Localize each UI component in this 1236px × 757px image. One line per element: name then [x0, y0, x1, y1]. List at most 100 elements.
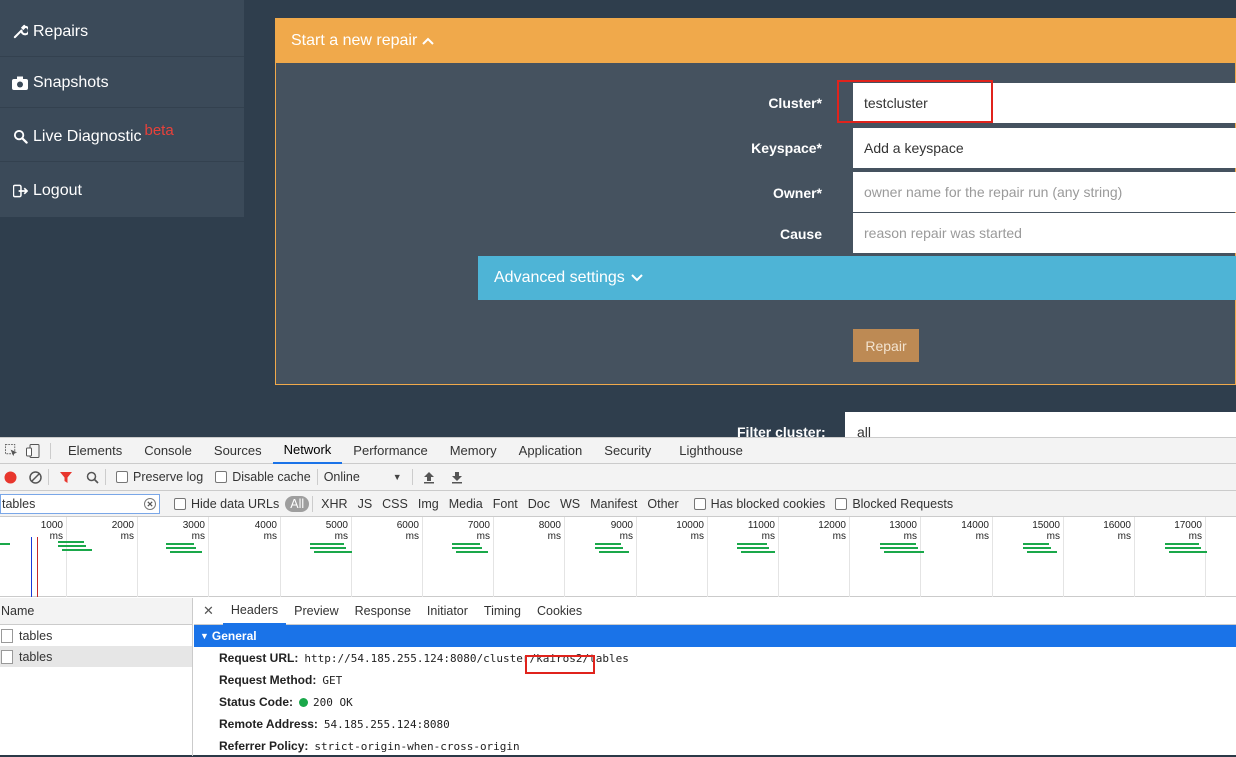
- clear-icon[interactable]: [29, 470, 42, 484]
- type-filter-manifest[interactable]: Manifest: [585, 497, 642, 511]
- filter-cluster-label: Filter cluster:: [737, 424, 826, 437]
- filter-input[interactable]: tables: [0, 493, 160, 514]
- hide-data-urls-label: Hide data URLs: [191, 496, 280, 511]
- export-har-icon[interactable]: [451, 471, 463, 484]
- type-filter-js[interactable]: JS: [353, 497, 378, 511]
- sidebar-item-logout[interactable]: Logout: [0, 166, 244, 216]
- type-filter-css[interactable]: CSS: [377, 497, 413, 511]
- type-filter-ws[interactable]: WS: [555, 497, 585, 511]
- type-filter-doc[interactable]: Doc: [523, 497, 555, 511]
- beta-badge: beta: [144, 122, 174, 139]
- dom-content-loaded-marker: [31, 537, 32, 597]
- divider: [316, 469, 318, 485]
- keyspace-field[interactable]: Add a keyspace: [853, 128, 1236, 168]
- inspect-icon[interactable]: [0, 444, 22, 457]
- tab-initiator[interactable]: Initiator: [419, 598, 476, 625]
- timeline-tick-label: 14000 ms: [961, 520, 989, 542]
- tab-preview[interactable]: Preview: [286, 598, 346, 625]
- tab-application[interactable]: Application: [508, 438, 594, 464]
- blocked-requests-checkbox[interactable]: [835, 497, 848, 510]
- sidebar-item-repairs[interactable]: Repairs: [0, 7, 244, 57]
- owner-field[interactable]: owner name for the repair run (any strin…: [853, 172, 1236, 212]
- tab-timing[interactable]: Timing: [476, 598, 529, 625]
- network-timeline[interactable]: 1000 ms 2000 ms 3000 ms 4000 ms 5000 ms 6000 …: [0, 517, 1236, 597]
- type-filter-font[interactable]: Font: [488, 497, 523, 511]
- tab-console[interactable]: Console: [133, 438, 203, 464]
- request-row[interactable]: tables: [0, 625, 192, 646]
- tab-sources[interactable]: Sources: [203, 438, 273, 464]
- search-icon: [12, 129, 28, 145]
- import-har-icon[interactable]: [423, 471, 435, 484]
- network-toolbar: Preserve log Disable cache Online ▼: [0, 464, 1236, 491]
- timeline-tick: [1063, 517, 1064, 597]
- cause-field[interactable]: reason repair was started: [853, 213, 1236, 253]
- has-blocked-cookies-checkbox[interactable]: [693, 497, 706, 510]
- tab-headers[interactable]: Headers: [222, 598, 287, 625]
- disable-cache-checkbox[interactable]: [215, 471, 228, 483]
- throttle-select[interactable]: Online ▼: [324, 470, 402, 484]
- timeline-request-bar: [741, 551, 775, 553]
- has-blocked-cookies-label: Has blocked cookies: [710, 496, 826, 511]
- repair-button[interactable]: Repair: [853, 329, 919, 362]
- timeline-tick-label: 2000 ms: [111, 520, 134, 542]
- sidebar-item-label: Live Diagnostic: [33, 127, 142, 145]
- header-key: Referrer Policy:: [219, 739, 309, 753]
- detail-tabs: ✕ Headers Preview Response Initiator Tim…: [194, 598, 1236, 625]
- timeline-request-bar: [0, 543, 10, 545]
- tab-cookies[interactable]: Cookies: [529, 598, 590, 625]
- timeline-tick-label: 15000 ms: [1032, 520, 1060, 542]
- triangle-down-icon: ▼: [200, 631, 209, 641]
- type-filter-media[interactable]: Media: [444, 497, 488, 511]
- tab-response[interactable]: Response: [347, 598, 419, 625]
- close-icon[interactable]: ✕: [194, 603, 223, 619]
- sidebar-item-live-diagnostic[interactable]: Live Diagnostic beta: [0, 112, 244, 162]
- panel-title: Start a new repair: [291, 32, 418, 49]
- tab-elements[interactable]: Elements: [57, 438, 133, 464]
- timeline-tick: [920, 517, 921, 597]
- type-filter-other[interactable]: Other: [642, 497, 683, 511]
- timeline-tick: [778, 517, 779, 597]
- tab-performance[interactable]: Performance: [342, 438, 438, 464]
- clear-filter-icon[interactable]: [144, 497, 156, 510]
- device-toolbar-icon[interactable]: [22, 443, 44, 458]
- timeline-tick: [351, 517, 352, 597]
- timeline-tick-label: 4000 ms: [254, 520, 277, 542]
- type-filter-all[interactable]: All: [285, 495, 310, 512]
- filter-funnel-icon[interactable]: [59, 471, 73, 484]
- timeline-request-bar: [737, 543, 767, 545]
- timeline-request-bar: [452, 543, 480, 545]
- blocked-requests-label: Blocked Requests: [852, 496, 954, 511]
- filter-cluster-select[interactable]: all: [845, 412, 1236, 437]
- name-column-header[interactable]: Name: [0, 598, 192, 625]
- devtools-panel: Elements Console Sources Network Perform…: [0, 437, 1236, 756]
- hide-data-urls-checkbox[interactable]: [174, 497, 186, 510]
- timeline-request-bar: [58, 545, 86, 547]
- record-icon[interactable]: [4, 471, 17, 484]
- tab-lighthouse[interactable]: Lighthouse: [668, 438, 754, 464]
- request-name: tables: [19, 649, 53, 664]
- timeline-tick-label: 12000 ms: [818, 520, 846, 542]
- preserve-log-checkbox[interactable]: [116, 471, 128, 483]
- tab-network[interactable]: Network: [272, 438, 343, 464]
- timeline-tick-label: 9000 ms: [610, 520, 633, 542]
- request-row-selected[interactable]: tables: [0, 646, 192, 667]
- sidebar-item-snapshots[interactable]: Snapshots: [0, 58, 244, 108]
- search-icon[interactable]: [86, 471, 99, 484]
- header-key: Status Code:: [219, 695, 294, 709]
- tab-memory[interactable]: Memory: [439, 438, 508, 464]
- type-filter-xhr[interactable]: XHR: [316, 497, 352, 511]
- preserve-log-label: Preserve log: [133, 470, 204, 484]
- header-value: 200 OK: [313, 695, 353, 709]
- timeline-request-bar: [166, 543, 194, 545]
- type-filter-img[interactable]: Img: [413, 497, 444, 511]
- advanced-settings-toggle[interactable]: Advanced settings: [478, 256, 1236, 300]
- keyspace-label: Keyspace*: [751, 140, 822, 156]
- repair-panel-header[interactable]: Start a new repair: [276, 19, 1235, 63]
- general-section-header[interactable]: ▼ General: [194, 625, 1236, 647]
- timeline-request-bar: [58, 541, 84, 543]
- tab-security[interactable]: Security: [593, 438, 662, 464]
- divider: [411, 469, 413, 485]
- timeline-request-bar: [595, 547, 623, 549]
- divider: [48, 469, 49, 485]
- filter-input-value: tables: [2, 496, 36, 511]
